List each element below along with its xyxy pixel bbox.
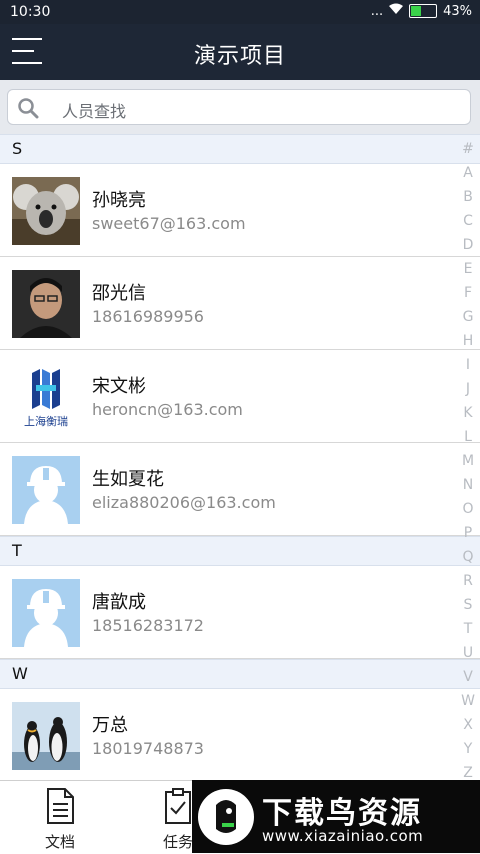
contact-name: 万总 [92, 715, 128, 736]
contact-list: S 孙晓亮 sweet67@163.com 邵光信 18616989956 上海… [0, 134, 480, 782]
man-photo-avatar [12, 270, 80, 338]
task-clipboard-icon [165, 788, 191, 824]
default-worker-avatar [12, 456, 80, 524]
status-time: 10:30 [10, 4, 51, 20]
app-header: 演示项目 [0, 24, 480, 80]
watermark-url: www.xiazainiao.com [262, 827, 424, 845]
contact-name: 孙晓亮 [92, 190, 146, 211]
index-letter[interactable]: F [458, 281, 478, 305]
index-letter[interactable]: P [458, 521, 478, 545]
index-letter[interactable]: J [458, 377, 478, 401]
index-letter[interactable]: C [458, 209, 478, 233]
battery-icon [409, 4, 438, 18]
search-placeholder: 人员查找 [62, 102, 127, 121]
contact-name: 邵光信 [92, 283, 146, 304]
watermark-logo-icon [198, 789, 254, 845]
section-header-w: W [0, 659, 480, 689]
index-letter[interactable]: I [458, 353, 478, 377]
index-letter[interactable]: T [458, 617, 478, 641]
status-bar: 10:30 ... 43% [0, 0, 480, 24]
page-title: 演示项目 [193, 44, 286, 69]
contact-phone: 18516283172 [92, 616, 204, 635]
wifi-icon [389, 3, 404, 19]
search-icon [18, 98, 39, 119]
koala-photo-avatar [12, 177, 80, 245]
search-input[interactable]: 人员查找 [7, 89, 471, 125]
penguins-photo-avatar [12, 702, 80, 770]
contact-row[interactable]: 上海衡瑞 宋文彬 heroncn@163.com [0, 350, 480, 443]
status-notification-icons: ... [370, 3, 384, 19]
company-logo-avatar: 上海衡瑞 [12, 363, 80, 431]
watermark-banner: 下载鸟资源 www.xiazainiao.com [192, 780, 480, 853]
index-letter[interactable]: G [458, 305, 478, 329]
alphabet-index[interactable]: # A B C D E F G H I J K L M N O P Q R S … [458, 137, 478, 785]
contact-row[interactable]: 孙晓亮 sweet67@163.com [0, 164, 480, 257]
document-icon [47, 788, 74, 824]
index-letter[interactable]: A [458, 161, 478, 185]
contact-row[interactable]: 生如夏花 eliza880206@163.com [0, 443, 480, 536]
contact-row[interactable]: 唐歆成 18516283172 [0, 566, 480, 659]
index-letter[interactable]: L [458, 425, 478, 449]
contact-name: 唐歆成 [92, 592, 146, 613]
contact-email: sweet67@163.com [92, 214, 246, 233]
section-header-s: S [0, 134, 480, 164]
index-letter[interactable]: O [458, 497, 478, 521]
index-letter[interactable]: X [458, 713, 478, 737]
contact-email: heroncn@163.com [92, 400, 243, 419]
section-header-t: T [0, 536, 480, 566]
watermark-title: 下载鸟资源 [262, 796, 422, 831]
contact-name: 生如夏花 [92, 469, 164, 490]
default-worker-avatar [12, 579, 80, 647]
battery-percent: 43% [443, 3, 472, 19]
contact-phone: 18019748873 [92, 739, 204, 758]
index-letter[interactable]: M [458, 449, 478, 473]
index-letter[interactable]: R [458, 569, 478, 593]
tab-documents-label: 文档 [44, 833, 75, 851]
contact-row[interactable]: 邵光信 18616989956 [0, 257, 480, 350]
index-letter[interactable]: B [458, 185, 478, 209]
index-letter[interactable]: W [458, 689, 478, 713]
index-letter[interactable]: K [458, 401, 478, 425]
index-letter[interactable]: U [458, 641, 478, 665]
index-letter[interactable]: S [458, 593, 478, 617]
company-logo-text: 上海衡瑞 [24, 415, 68, 428]
status-icons: ... 43% [371, 3, 472, 19]
index-letter[interactable]: H [458, 329, 478, 353]
contact-email: eliza880206@163.com [92, 493, 276, 512]
index-letter[interactable]: N [458, 473, 478, 497]
contact-phone: 18616989956 [92, 307, 204, 326]
contact-name: 宋文彬 [92, 376, 146, 397]
index-letter[interactable]: # [458, 137, 478, 161]
index-letter[interactable]: Q [458, 545, 478, 569]
index-letter[interactable]: E [458, 257, 478, 281]
search-container: 人员查找 [0, 80, 480, 134]
index-letter[interactable]: Y [458, 737, 478, 761]
contact-row[interactable]: 万总 18019748873 [0, 689, 480, 782]
tab-documents[interactable]: 文档 [30, 787, 90, 852]
index-letter[interactable]: V [458, 665, 478, 689]
index-letter[interactable]: D [458, 233, 478, 257]
